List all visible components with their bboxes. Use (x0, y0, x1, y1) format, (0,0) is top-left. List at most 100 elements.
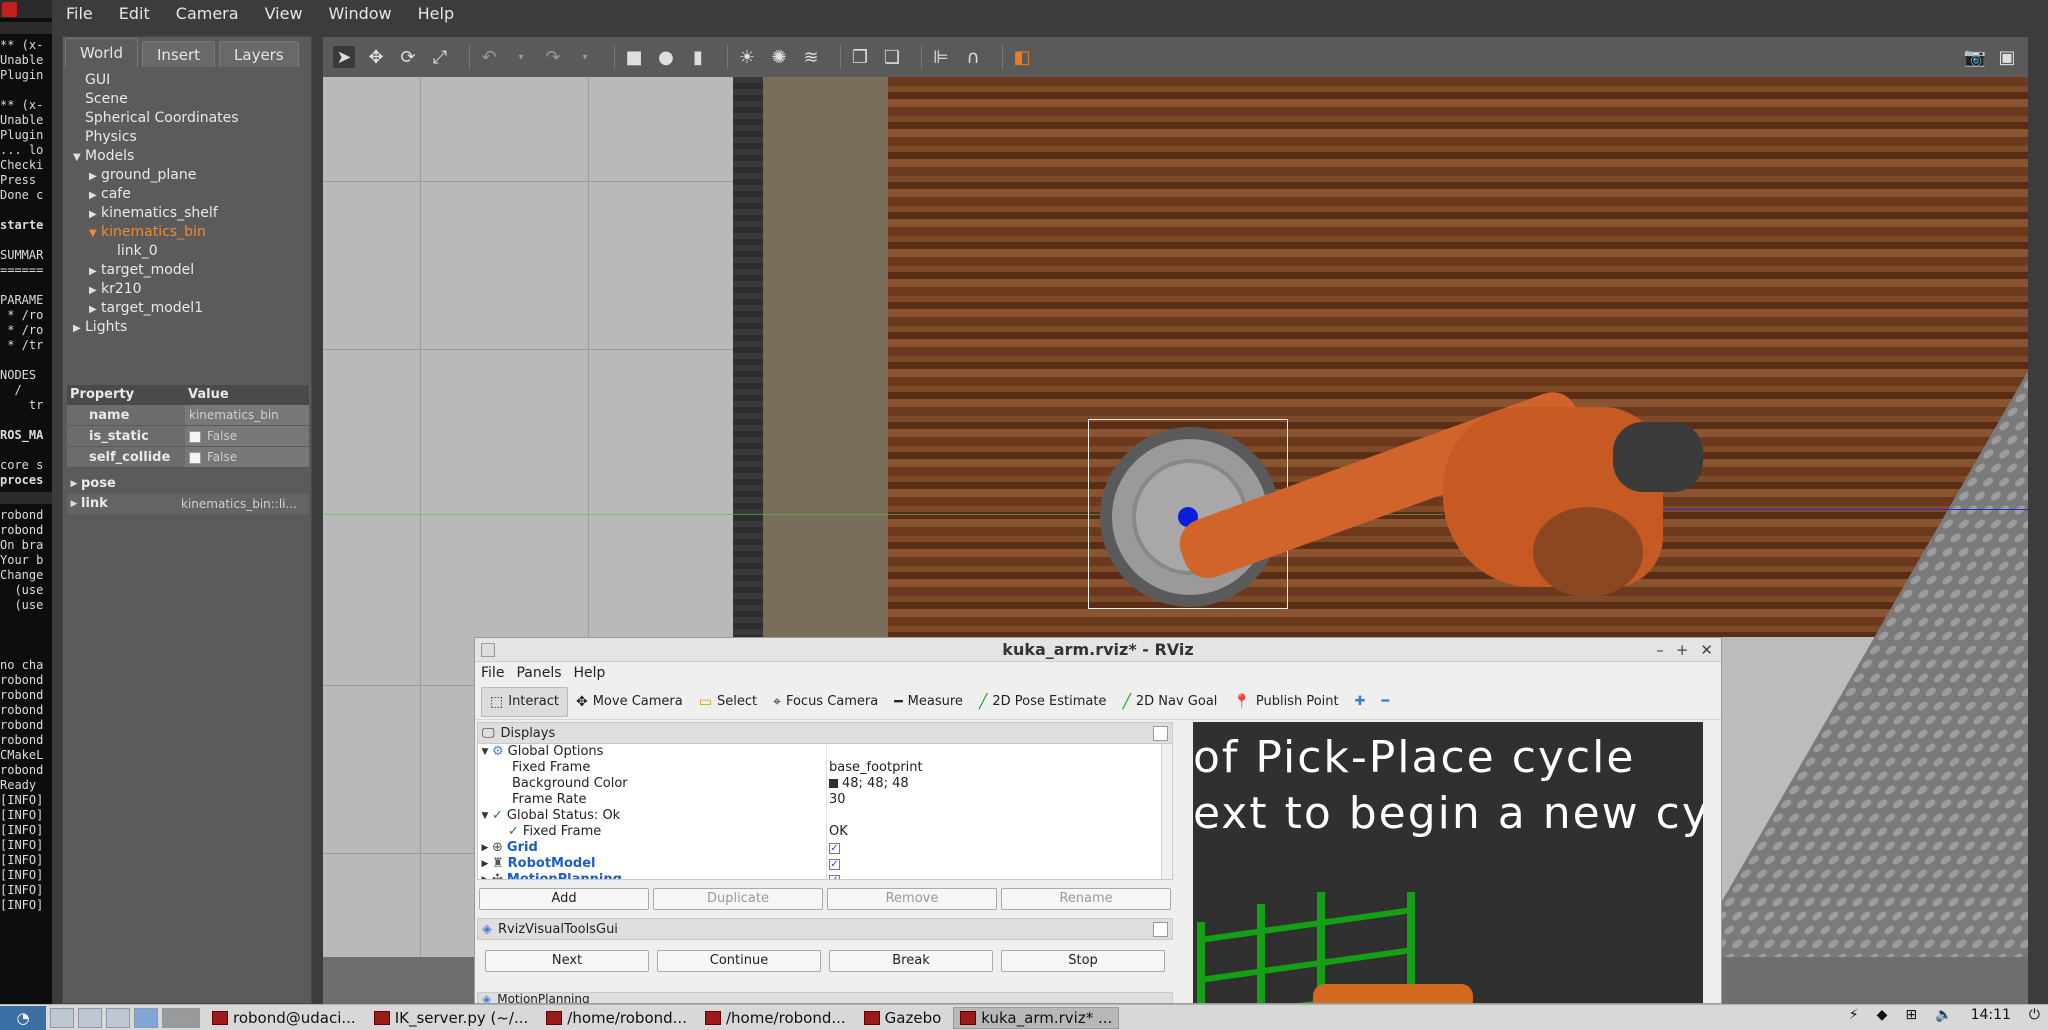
panel-float-checkbox[interactable] (1153, 726, 1168, 741)
tree-item-kr210[interactable]: ▶ kr210 (63, 280, 313, 299)
tab-world[interactable]: World (65, 38, 138, 67)
collapse-arrow-icon[interactable]: ▼ (478, 808, 492, 824)
taskbar-item[interactable]: IK_server.py (~/... (368, 1007, 535, 1029)
property-row-is-static[interactable]: is_static False (67, 426, 309, 447)
expand-arrow-icon[interactable]: ▶ (478, 856, 492, 872)
scale-mode-icon[interactable]: ⤢ (429, 46, 451, 68)
rviz-titlebar[interactable]: kuka_arm.rviz* - RViz – + ✕ (475, 638, 1721, 662)
continue-button[interactable]: Continue (657, 950, 821, 972)
stop-button[interactable]: Stop (1001, 950, 1165, 972)
tool-publish-point[interactable]: 📍 Publish Point (1225, 687, 1346, 717)
property-group-link[interactable]: ▶ link kinematics_bin::li... (67, 494, 309, 514)
add-button[interactable]: Add (479, 888, 649, 910)
collapse-arrow-icon[interactable]: ▼ (89, 224, 101, 243)
expand-arrow-icon[interactable]: ▶ (67, 474, 81, 494)
tool-select[interactable]: ▭ Select (691, 687, 765, 717)
expand-arrow-icon[interactable]: ▶ (478, 872, 492, 879)
snap-icon[interactable]: ∩ (962, 46, 984, 68)
folder-icon[interactable] (106, 1007, 130, 1028)
menu-help[interactable]: Help (418, 4, 454, 23)
tree-row-status-fixed-frame[interactable]: ✓ Fixed Frame OK (478, 824, 1172, 840)
tree-value[interactable]: 30 (826, 792, 1172, 808)
terminal-window[interactable]: ** (x- Unable Plugin ** (x- Unable Plugin... … (0, 0, 52, 1004)
property-group-pose[interactable]: ▶ pose (67, 474, 309, 494)
panel-float-checkbox[interactable] (1153, 922, 1168, 937)
record-video-icon[interactable]: ▣ (1996, 46, 2018, 68)
expand-arrow-icon[interactable]: ▶ (73, 319, 85, 338)
robot-model-enabled-checkbox[interactable]: ✓ (829, 859, 840, 870)
directional-light-icon[interactable]: ≋ (800, 46, 822, 68)
menu-view[interactable]: View (265, 4, 303, 23)
shutdown-icon[interactable]: ⏻ (2029, 1007, 2040, 1023)
workspace-switcher[interactable] (162, 1007, 200, 1028)
tool-2d-pose-estimate[interactable]: ╱ 2D Pose Estimate (971, 687, 1115, 717)
network-icon[interactable]: ⊞ (1905, 1007, 1917, 1023)
start-menu-icon[interactable]: ◔ (0, 1005, 46, 1030)
close-icon[interactable] (2, 1, 17, 17)
screenshot-camera-icon[interactable]: 📷 (1964, 46, 1986, 68)
sphere-shape-icon[interactable]: ● (655, 46, 677, 68)
rviz-menu-file[interactable]: File (481, 665, 504, 681)
next-button[interactable]: Next (485, 950, 649, 972)
tree-value[interactable]: base_footprint (826, 760, 1172, 776)
menu-file[interactable]: File (66, 4, 93, 23)
menu-camera[interactable]: Camera (176, 4, 239, 23)
rviz-3d-view[interactable]: of Pick-Place cycle ext to begin a new c… (1193, 722, 1703, 1003)
tree-item-link-0[interactable]: link_0 (63, 242, 313, 261)
tree-item-target-model[interactable]: ▶ target_model (63, 261, 313, 280)
self-collide-checkbox[interactable] (189, 451, 201, 464)
box-shape-icon[interactable]: ■ (623, 46, 645, 68)
desktop-icon[interactable] (134, 1007, 158, 1028)
expand-arrow-icon[interactable]: ▶ (89, 186, 101, 205)
add-tool-icon[interactable]: ✚ (1347, 687, 1374, 717)
tree-row-frame-rate[interactable]: Frame Rate 30 (478, 792, 1172, 808)
tree-row-motion-planning[interactable]: ▶✣MotionPlanning ✓ (478, 872, 1172, 879)
file-manager-icon[interactable] (50, 1007, 74, 1028)
tree-item-ground-plane[interactable]: ▶ ground_plane (63, 166, 313, 185)
remove-button[interactable]: Remove (827, 888, 997, 910)
power-icon[interactable]: ⚡ (1849, 1007, 1859, 1023)
undo-dropdown-icon[interactable]: ▾ (510, 46, 532, 68)
view-angle-icon[interactable]: ◧ (1011, 46, 1033, 68)
tool-move-camera[interactable]: ✥ Move Camera (568, 687, 691, 717)
tree-item-scene[interactable]: Scene (63, 90, 313, 109)
taskbar-item[interactable]: /home/robond... (699, 1007, 852, 1029)
taskbar-item[interactable]: /home/robond... (540, 1007, 693, 1029)
cylinder-shape-icon[interactable]: ▮ (687, 46, 709, 68)
is-static-checkbox[interactable] (189, 430, 201, 443)
tree-row-background-color[interactable]: Background Color 48; 48; 48 (478, 776, 1172, 792)
tool-measure[interactable]: ━ Measure (886, 687, 971, 717)
translate-mode-icon[interactable]: ✥ (365, 46, 387, 68)
rename-button[interactable]: Rename (1001, 888, 1171, 910)
expand-arrow-icon[interactable]: ▶ (478, 840, 492, 856)
tab-insert[interactable]: Insert (142, 41, 216, 67)
remove-tool-icon[interactable]: ━ (1374, 687, 1398, 717)
paste-icon[interactable]: ❏ (881, 46, 903, 68)
motion-planning-enabled-checkbox[interactable]: ✓ (829, 875, 840, 879)
property-row-self-collide[interactable]: self_collide False (67, 447, 309, 468)
redo-icon[interactable]: ↷ (542, 46, 564, 68)
settings-icon[interactable] (78, 1007, 102, 1028)
align-icon[interactable]: ⊫ (930, 46, 952, 68)
tree-item-spherical-coordinates[interactable]: Spherical Coordinates (63, 109, 313, 128)
expand-arrow-icon[interactable]: ▶ (67, 494, 81, 514)
tab-layers[interactable]: Layers (219, 41, 299, 67)
maximize-icon[interactable]: + (1676, 641, 1689, 659)
bluetooth-icon[interactable]: ◆ (1877, 1007, 1888, 1023)
tree-row-grid[interactable]: ▶ ⊕ Grid ✓ (478, 840, 1172, 856)
menu-edit[interactable]: Edit (119, 4, 150, 23)
select-mode-icon[interactable]: ➤ (333, 46, 355, 68)
expand-arrow-icon[interactable]: ▶ (89, 300, 101, 319)
tree-item-physics[interactable]: Physics (63, 128, 313, 147)
rviz-menu-panels[interactable]: Panels (516, 665, 561, 681)
rviz-menu-help[interactable]: Help (574, 665, 606, 681)
break-button[interactable]: Break (829, 950, 993, 972)
tree-item-lights[interactable]: ▶ Lights (63, 318, 313, 337)
close-icon[interactable]: ✕ (1700, 641, 1713, 659)
copy-icon[interactable]: ❐ (849, 46, 871, 68)
undo-icon[interactable]: ↶ (478, 46, 500, 68)
rviz-window[interactable]: kuka_arm.rviz* - RViz – + ✕ File Panels He… (474, 637, 1722, 1004)
spot-light-icon[interactable]: ✺ (768, 46, 790, 68)
expand-arrow-icon[interactable]: ▶ (89, 205, 101, 224)
menu-window[interactable]: Window (329, 4, 392, 23)
